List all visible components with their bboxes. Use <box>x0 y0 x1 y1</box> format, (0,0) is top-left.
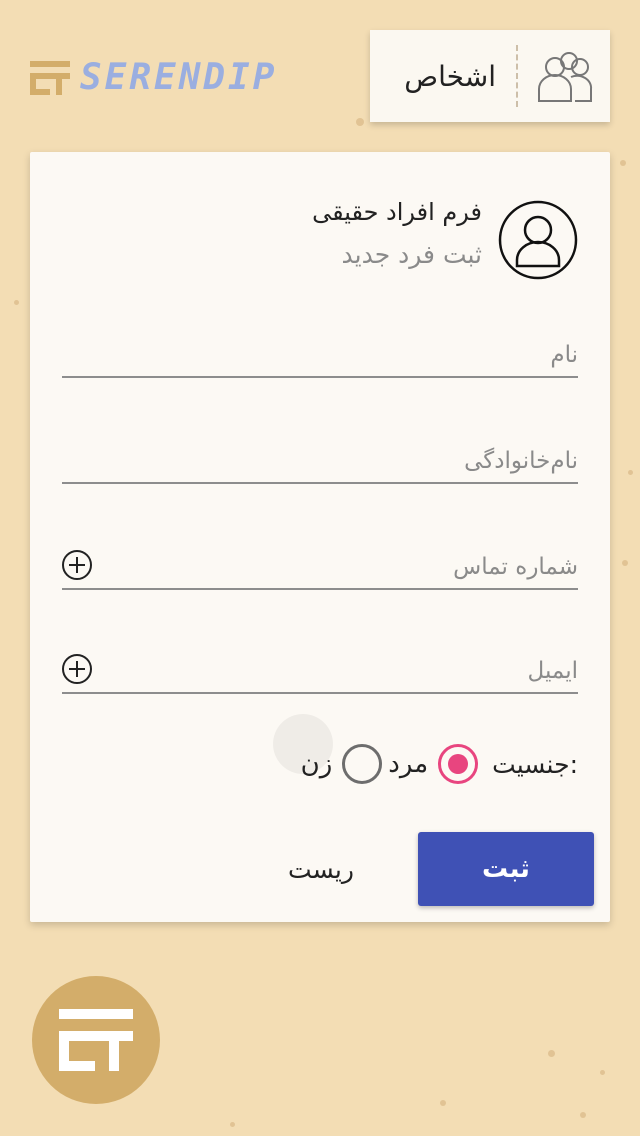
background-speck <box>548 1050 555 1057</box>
background-speck <box>600 1070 605 1075</box>
brand-mark-icon <box>30 61 70 95</box>
male-label: مرد <box>388 749 429 779</box>
people-tab-label: اشخاص <box>404 59 496 93</box>
reset-button[interactable]: ریست <box>266 832 376 906</box>
user-icon <box>498 200 578 280</box>
add-email-icon[interactable] <box>62 654 92 684</box>
male-radio[interactable] <box>438 744 479 784</box>
background-speck <box>14 300 19 305</box>
form-title: فرم افراد حقیقی <box>312 198 482 226</box>
background-speck <box>622 560 628 566</box>
last-name-field[interactable]: نام‌خانوادگی <box>62 422 578 484</box>
gender-label: جنسیت: <box>492 749 578 779</box>
phone-field[interactable]: شماره تماس <box>62 528 578 590</box>
background-speck <box>356 118 364 126</box>
first-name-field[interactable]: نام <box>62 316 578 378</box>
person-form-card: فرم افراد حقیقی ثبت فرد جدید نام نام‌خان… <box>30 152 610 922</box>
submit-button[interactable]: ثبت <box>418 832 594 906</box>
gender-option-female[interactable]: زن <box>272 714 383 784</box>
background-speck <box>440 1100 446 1106</box>
form-subtitle: ثبت فرد جدید <box>341 240 482 269</box>
gender-group: جنسیت: مرد زن <box>272 714 578 784</box>
brand-logo: SERENDIP <box>30 58 277 98</box>
people-tab[interactable]: اشخاص <box>370 30 610 122</box>
female-radio[interactable] <box>342 744 383 784</box>
background-speck <box>620 160 626 166</box>
email-label: ایمیل <box>527 658 578 684</box>
brand-mark-icon <box>59 1009 133 1071</box>
last-name-label: نام‌خانوادگی <box>464 448 578 474</box>
gender-option-male[interactable]: مرد <box>388 744 479 784</box>
first-name-label: نام <box>550 342 578 368</box>
people-icon <box>518 30 610 122</box>
background-speck <box>628 470 633 475</box>
radio-ripple <box>272 714 333 774</box>
brand-fab-button[interactable] <box>32 976 160 1104</box>
brand-name: SERENDIP <box>80 57 278 98</box>
email-field[interactable]: ایمیل <box>62 632 578 694</box>
add-phone-icon[interactable] <box>62 550 92 580</box>
background-speck <box>230 1122 235 1127</box>
phone-label: شماره تماس <box>453 554 578 580</box>
background-speck <box>580 1112 586 1118</box>
